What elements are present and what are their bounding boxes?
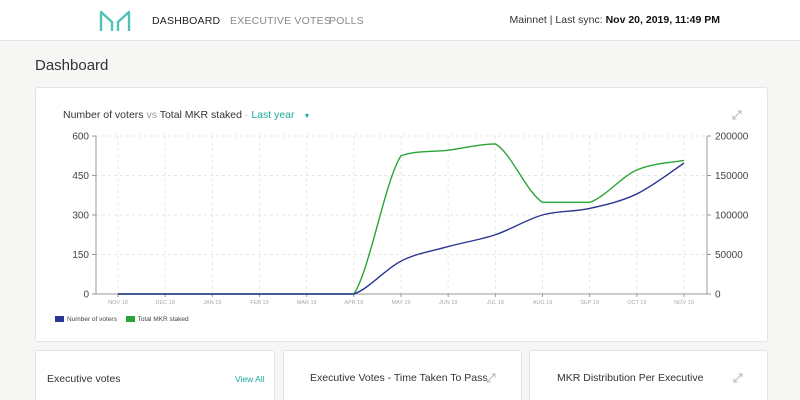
chart-title-voters: Number of voters <box>63 109 144 121</box>
chart-legend: Number of voters Total MKR staked <box>55 316 196 323</box>
range-dropdown[interactable]: Last year <box>251 109 294 121</box>
chart-title-vs: vs <box>146 109 157 121</box>
time-to-pass-card: Executive Votes - Time Taken To Pass <box>283 350 522 400</box>
legend-item-mkr[interactable]: Total MKR staked <box>125 316 189 323</box>
legend-swatch-voters <box>55 316 64 322</box>
top-nav-bar: DASHBOARD EXECUTIVE VOTES POLLS Mainnet … <box>0 0 800 41</box>
legend-swatch-mkr <box>125 316 135 322</box>
expand-icon[interactable] <box>733 373 743 383</box>
last-sync-time: Nov 20, 2019, 11:49 PM <box>605 14 720 26</box>
mkr-distribution-card: MKR Distribution Per Executive <box>529 350 768 400</box>
chart-title-mkr: Total MKR staked <box>159 109 242 121</box>
view-all-link[interactable]: View All <box>235 374 265 384</box>
executive-votes-card: Executive votes View All <box>35 350 275 400</box>
page-title: Dashboard <box>35 57 109 74</box>
legend-label-voters: Number of voters <box>67 316 117 323</box>
expand-icon[interactable] <box>486 373 496 383</box>
time-to-pass-title: Executive Votes - Time Taken To Pass <box>310 372 488 384</box>
chart-header: Number of voters vs Total MKR staked · L… <box>63 109 310 121</box>
expand-icon[interactable] <box>732 110 742 120</box>
network-status: Mainnet | Last sync: Nov 20, 2019, 11:49… <box>0 14 720 26</box>
mkr-distribution-title: MKR Distribution Per Executive <box>557 372 704 384</box>
network-label: Mainnet | Last sync: <box>509 14 606 26</box>
chart-title-separator: · <box>244 109 249 121</box>
legend-item-voters[interactable]: Number of voters <box>55 316 117 323</box>
voters-chart-card: Number of voters vs Total MKR staked · L… <box>35 87 768 342</box>
executive-votes-title: Executive votes <box>47 373 121 385</box>
legend-label-mkr: Total MKR staked <box>137 316 189 323</box>
dropdown-caret-icon[interactable]: ▼ <box>303 113 310 120</box>
